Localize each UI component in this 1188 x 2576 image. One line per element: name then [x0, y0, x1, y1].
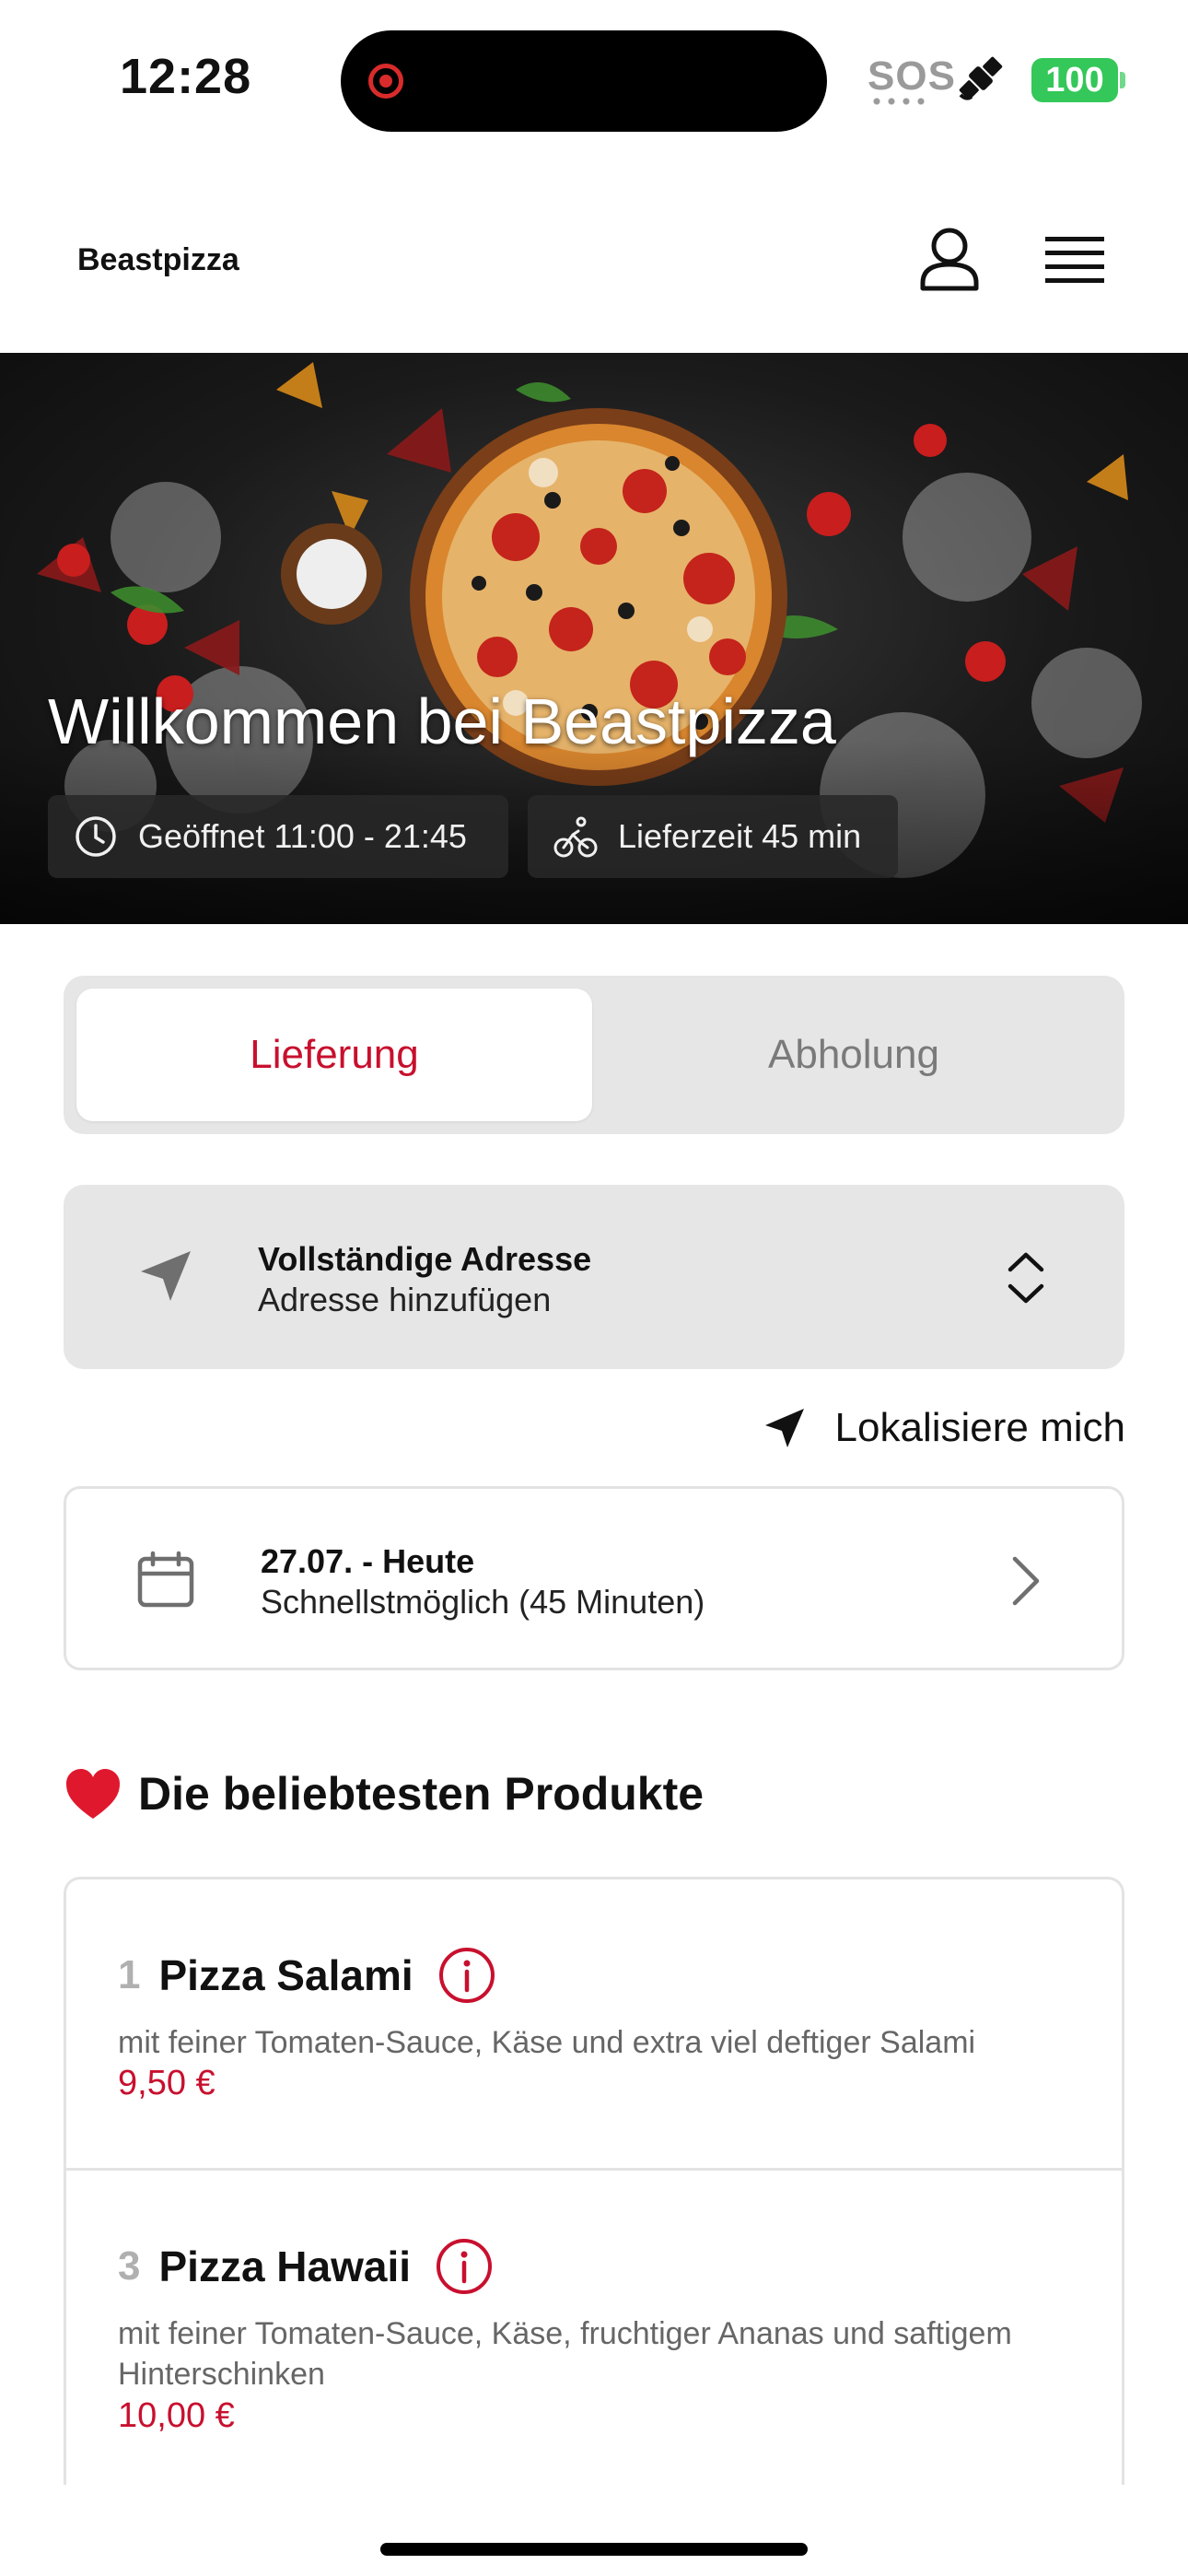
- location-arrow-icon: [764, 1409, 804, 1447]
- app-header: Beastpizza: [0, 161, 1188, 353]
- calendar-icon: [137, 1551, 194, 1608]
- tab-abholung[interactable]: Abholung: [596, 989, 1112, 1121]
- opening-hours-label: Geöffnet 11:00 - 21:45: [138, 817, 467, 855]
- product-name: Pizza Hawaii: [158, 2242, 412, 2290]
- status-bar: 12:28 SOS 100: [0, 0, 1188, 161]
- hero-banner: Willkommen bei Beastpizza Geöffnet 11:00…: [0, 353, 1188, 924]
- address-selector[interactable]: Vollständige Adresse Adresse hinzufügen: [64, 1185, 1124, 1369]
- info-icon[interactable]: [437, 1946, 496, 2005]
- address-title: Vollständige Adresse: [258, 1240, 592, 1278]
- info-icon[interactable]: [435, 2237, 494, 2296]
- bicycle-icon: [553, 816, 598, 858]
- locate-me-label: Lokalisiere mich: [834, 1405, 1125, 1450]
- satellite-icon: [959, 56, 1003, 100]
- product-item[interactable]: 1 Pizza Salami mit feiner Tomaten-Sauce,…: [66, 1879, 1122, 2168]
- popular-products-heading: Die beliebtesten Produkte: [64, 1767, 704, 1821]
- address-subtitle: Adresse hinzufügen: [258, 1281, 552, 1318]
- tab-lieferung[interactable]: Lieferung: [76, 989, 592, 1121]
- home-indicator[interactable]: [380, 2543, 808, 2556]
- product-number: 1: [118, 1952, 141, 1997]
- battery-tip: [1120, 72, 1125, 88]
- delivery-time-chip: Lieferzeit 45 min: [528, 795, 898, 878]
- clock-icon: [76, 816, 116, 857]
- heart-icon: [66, 1769, 120, 1819]
- sos-indicator: SOS: [868, 53, 956, 99]
- date-title: 27.07. - Heute: [261, 1542, 475, 1580]
- delivery-time-label: Lieferzeit 45 min: [618, 817, 862, 855]
- product-name: Pizza Salami: [158, 1951, 413, 1999]
- hamburger-menu-icon[interactable]: [1045, 235, 1104, 285]
- chevron-right-icon: [1012, 1556, 1040, 1606]
- welcome-title: Willkommen bei Beastpizza: [48, 685, 836, 757]
- product-description: mit feiner Tomaten-Sauce, Käse, fruchtig…: [118, 2316, 1012, 2392]
- delivery-time-selector[interactable]: 27.07. - Heute Schnellstmöglich (45 Minu…: [64, 1486, 1124, 1670]
- popular-heading-text: Die beliebtesten Produkte: [138, 1768, 705, 1820]
- product-list: 1 Pizza Salami mit feiner Tomaten-Sauce,…: [64, 1877, 1124, 2485]
- order-mode-toggle: Lieferung Abholung: [64, 976, 1124, 1134]
- brand-name[interactable]: Beastpizza: [77, 242, 239, 278]
- dynamic-island: [341, 30, 827, 132]
- status-time: 12:28: [120, 49, 252, 104]
- screen-recording-icon: [368, 64, 403, 99]
- location-arrow-icon: [141, 1251, 191, 1301]
- product-item[interactable]: 3 Pizza Hawaii mit feiner Tomaten-Sauce,…: [66, 2168, 1122, 2485]
- user-icon[interactable]: [917, 226, 982, 292]
- opening-hours-chip: Geöffnet 11:00 - 21:45: [48, 795, 508, 878]
- product-number: 3: [118, 2243, 141, 2289]
- signal-dots-icon: [869, 98, 930, 105]
- product-price: 10,00 €: [118, 2396, 235, 2435]
- product-price: 9,50 €: [118, 2064, 215, 2102]
- date-subtitle: Schnellstmöglich (45 Minuten): [261, 1583, 705, 1621]
- battery-icon: 100: [1031, 58, 1118, 102]
- locate-me-button[interactable]: Lokalisiere mich: [746, 1396, 1125, 1460]
- chevron-up-down-icon: [1007, 1252, 1044, 1304]
- product-description: mit feiner Tomaten-Sauce, Käse und extra…: [118, 2025, 976, 2060]
